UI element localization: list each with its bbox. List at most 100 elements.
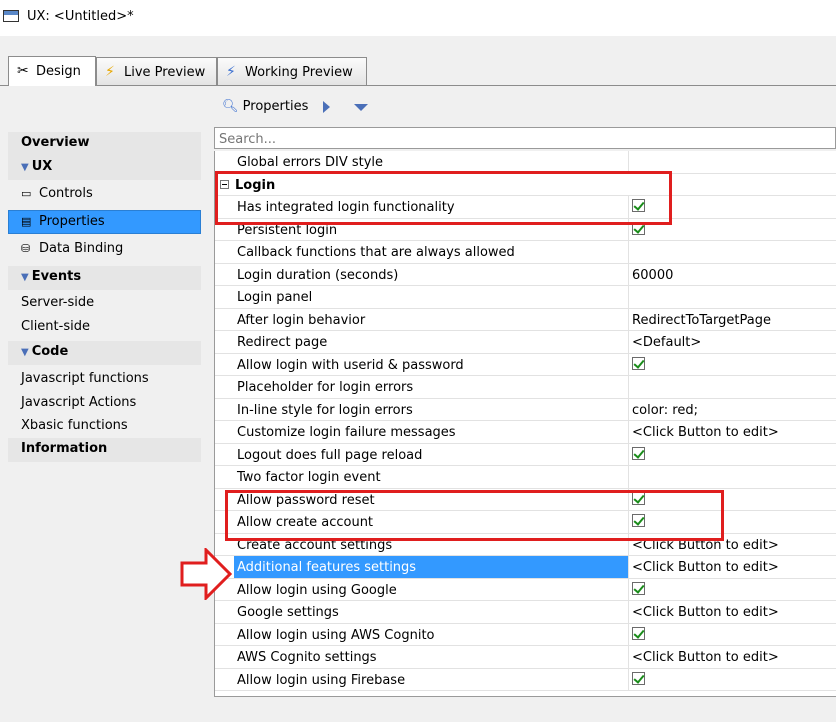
property-row[interactable]: After login behavior RedirectToTargetPage (215, 308, 836, 331)
sidebar-item-data-binding[interactable]: ⛁ Data Binding (8, 238, 201, 262)
property-row[interactable]: Two factor login event (215, 466, 836, 489)
play-arrow-icon[interactable] (323, 101, 330, 113)
column-divider (628, 623, 629, 645)
property-row[interactable]: Placeholder for login errors (215, 376, 836, 399)
property-row[interactable]: Login duration (seconds) 60000 (215, 263, 836, 286)
search-input[interactable] (214, 127, 836, 149)
tab-live-preview-label: Live Preview (124, 65, 206, 80)
sidebar-item-label: Events (31, 269, 82, 284)
sidebar-item-server-side[interactable]: Server-side (8, 292, 201, 316)
property-name: Customize login failure messages (237, 425, 456, 440)
property-name: Login panel (237, 290, 313, 305)
magnifier-icon: 🔍︎ (222, 99, 239, 114)
column-divider (628, 151, 629, 173)
property-checkbox[interactable] (632, 446, 645, 460)
sidebar-item-properties[interactable]: ▤ Properties (8, 210, 201, 234)
chevron-down-icon[interactable] (354, 104, 368, 111)
property-name: Allow login using Firebase (237, 672, 406, 688)
column-divider (628, 376, 629, 398)
sidebar-item-xbasic-functions[interactable]: Xbasic functions (8, 415, 201, 439)
tab-design[interactable]: ✂ Design (8, 56, 96, 86)
column-divider (628, 241, 629, 263)
properties-icon: ▤ (21, 215, 32, 228)
property-value[interactable]: 60000 (632, 268, 673, 283)
caret-down-icon: ▼ (21, 347, 29, 358)
property-row[interactable]: Allow login using Firebase (215, 668, 836, 691)
sidebar-item-overview[interactable]: Overview (8, 132, 201, 156)
property-value[interactable]: <Click Button to edit> (632, 650, 779, 665)
property-row[interactable]: Allow login using Google (215, 578, 836, 601)
property-value[interactable]: <Click Button to edit> (632, 560, 779, 575)
property-value[interactable]: <Click Button to edit> (632, 425, 779, 440)
sidebar-item-label: Overview (21, 135, 90, 150)
sidebar-item-controls[interactable]: ▭ Controls (8, 183, 201, 207)
property-value[interactable]: RedirectToTargetPage (632, 313, 771, 328)
property-checkbox[interactable] (632, 671, 645, 685)
property-value[interactable]: <Click Button to edit> (632, 605, 779, 620)
property-name: Redirect page (237, 335, 328, 350)
tools-icon: ✂ (17, 63, 29, 79)
property-row[interactable]: Allow login using AWS Cognito (215, 623, 836, 646)
sidebar-item-label: Server-side (21, 295, 95, 310)
column-divider (628, 601, 629, 623)
properties-toolbar-label: Properties (242, 99, 309, 114)
tab-live-preview[interactable]: ⚡ Live Preview (96, 57, 217, 85)
property-checkbox[interactable] (632, 626, 645, 640)
property-name: Two factor login event (237, 470, 381, 485)
sidebar-item-label: Xbasic functions (21, 418, 128, 433)
property-row[interactable]: Logout does full page reload (215, 443, 836, 466)
sidebar-item-information[interactable]: Information (8, 438, 201, 462)
property-name: Allow login using AWS Cognito (237, 627, 435, 643)
caret-down-icon: ▼ (21, 272, 29, 283)
properties-toolbar-button[interactable]: 🔍︎ Properties (222, 99, 308, 114)
property-name: Placeholder for login errors (237, 380, 414, 395)
highlight-box-account (225, 490, 724, 541)
column-divider (628, 443, 629, 465)
controls-icon: ▭ (21, 187, 32, 200)
sidebar-item-label: Controls (39, 186, 93, 201)
property-name: In-line style for login errors (237, 402, 413, 418)
property-name: Allow login with userid & password (237, 357, 464, 373)
property-name: Callback functions that are always allow… (237, 245, 515, 260)
tab-divider (0, 85, 836, 86)
sidebar-item-javascript-actions[interactable]: Javascript Actions (8, 392, 201, 416)
sidebar-group-events[interactable]: ▼ Events (8, 266, 201, 290)
property-checkbox[interactable] (632, 356, 645, 370)
sidebar-item-label: Code (31, 344, 69, 359)
property-row[interactable]: Callback functions that are always allow… (215, 241, 836, 264)
sidebar-item-label: Javascript functions (21, 371, 149, 386)
sidebar-item-client-side[interactable]: Client-side (8, 316, 201, 340)
sidebar: Overview ▼ UX ▭ Controls ▤ Properties ⛁ Data… (0, 128, 205, 722)
property-row[interactable]: Allow login with userid & password (215, 353, 836, 376)
sidebar-item-label: Properties (39, 214, 105, 229)
sidebar-item-label: Data Binding (39, 241, 124, 256)
sidebar-group-ux[interactable]: ▼ UX (8, 156, 201, 180)
property-row[interactable]: Google settings <Click Button to edit> (215, 601, 836, 624)
property-row[interactable]: AWS Cognito settings <Click Button to edi… (215, 646, 836, 669)
property-name: Global errors DIV style (237, 155, 384, 170)
column-divider (628, 353, 629, 375)
tab-working-preview[interactable]: ⚡ Working Preview (217, 57, 367, 85)
column-divider (628, 263, 629, 285)
sidebar-item-javascript-functions[interactable]: Javascript functions (8, 368, 201, 392)
property-name: Additional features settings (234, 556, 628, 578)
property-value[interactable]: <Default> (632, 335, 701, 350)
column-divider (628, 331, 629, 353)
property-row[interactable]: Redirect page <Default> (215, 331, 836, 354)
property-row[interactable]: Customize login failure messages <Click B… (215, 421, 836, 444)
property-row[interactable]: In-line style for login errors color: red… (215, 398, 836, 421)
sidebar-item-label: Client-side (21, 319, 90, 334)
column-divider (628, 668, 629, 690)
lightning-icon: ⚡ (226, 64, 236, 80)
column-divider (628, 556, 629, 578)
property-row-selected[interactable]: Additional features settings <Click Butto… (215, 556, 836, 579)
highlight-box-login (215, 171, 672, 225)
sidebar-group-code[interactable]: ▼ Code (8, 341, 201, 365)
tab-working-preview-label: Working Preview (245, 65, 353, 80)
property-checkbox[interactable] (632, 581, 645, 595)
property-row[interactable]: Login panel (215, 286, 836, 309)
column-divider (628, 286, 629, 308)
column-divider (628, 578, 629, 600)
property-name: After login behavior (237, 312, 366, 328)
property-value[interactable]: color: red; (632, 403, 698, 418)
